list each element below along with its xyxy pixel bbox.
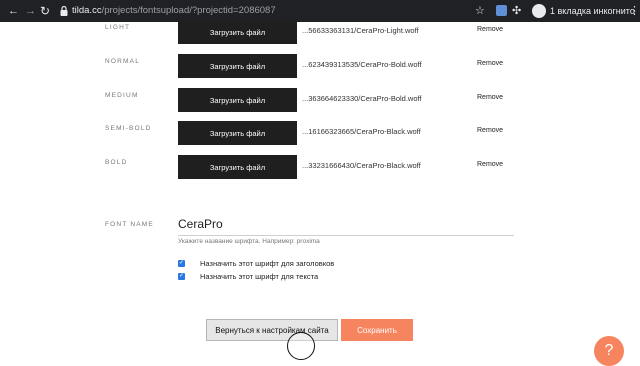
address-bar[interactable]: tilda.cc/projects/fontsupload/?projectid…: [72, 5, 276, 17]
headings-checkbox[interactable]: ✓: [178, 260, 185, 267]
weight-label: BOLD: [105, 159, 128, 166]
remove-link[interactable]: Remove: [477, 26, 503, 33]
weight-label: MEDIUM: [105, 92, 139, 99]
incognito-icon[interactable]: [532, 4, 546, 18]
uploaded-filename: ...33231666430/CeraPro-Black.woff: [302, 161, 421, 170]
upload-file-button[interactable]: Загрузить файл: [178, 20, 297, 44]
uploaded-filename: ...56633363131/CeraPro-Light.woff: [302, 26, 419, 35]
headings-checkbox-label[interactable]: Назначить этот шрифт для заголовков: [200, 259, 334, 268]
browser-toolbar: ← → ↻ tilda.cc/projects/fontsupload/?pro…: [0, 0, 640, 22]
font-row-medium: MEDIUM Загрузить файл ...363664623330/Ce…: [0, 88, 640, 112]
font-upload-page: LIGHT Загрузить файл ...56633363131/Cera…: [0, 20, 640, 366]
uploaded-filename: ...623439313535/CeraPro-Bold.woff: [302, 60, 422, 69]
question-icon: ?: [604, 342, 614, 359]
remove-link[interactable]: Remove: [477, 127, 503, 134]
font-name-hint: Укажите название шрифта. Например: proxi…: [178, 238, 320, 245]
lock-icon[interactable]: [59, 5, 69, 17]
font-row-semi-bold: SEMI-BOLD Загрузить файл ...16166323665/…: [0, 121, 640, 145]
weight-label: SEMI-BOLD: [105, 125, 152, 132]
url-host: tilda.cc: [72, 5, 102, 16]
font-name-label: FONT NAME: [105, 221, 154, 228]
forward-arrow-icon[interactable]: →: [25, 5, 36, 17]
remove-link[interactable]: Remove: [477, 94, 503, 101]
upload-file-button[interactable]: Загрузить файл: [178, 155, 297, 179]
reload-icon[interactable]: ↻: [40, 5, 50, 17]
cursor-highlight: [287, 332, 315, 360]
upload-file-button[interactable]: Загрузить файл: [178, 88, 297, 112]
back-to-settings-button[interactable]: Вернуться к настройкам сайта: [206, 319, 338, 341]
weight-label: NORMAL: [105, 58, 141, 65]
font-name-input[interactable]: [178, 212, 514, 236]
help-button[interactable]: ?: [594, 336, 624, 366]
text-checkbox[interactable]: ✓: [178, 273, 185, 280]
incognito-label[interactable]: 1 вкладка инкогнито: [550, 6, 635, 16]
bookmark-star-icon[interactable]: ☆: [475, 4, 485, 17]
browser-menu-icon[interactable]: ⋮: [629, 4, 640, 17]
weight-label: LIGHT: [105, 24, 131, 31]
url-path: /projects/fontsupload/?projectid=2086087: [101, 5, 276, 16]
upload-file-button[interactable]: Загрузить файл: [178, 54, 297, 78]
remove-link[interactable]: Remove: [477, 161, 503, 168]
font-row-light: LIGHT Загрузить файл ...56633363131/Cera…: [0, 20, 640, 44]
extension-icon[interactable]: [496, 5, 507, 16]
remove-link[interactable]: Remove: [477, 60, 503, 67]
upload-file-button[interactable]: Загрузить файл: [178, 121, 297, 145]
save-button[interactable]: Сохранить: [341, 319, 413, 341]
back-arrow-icon[interactable]: ←: [8, 5, 19, 17]
font-row-bold: BOLD Загрузить файл ...33231666430/CeraP…: [0, 155, 640, 179]
text-checkbox-label[interactable]: Назначить этот шрифт для текста: [200, 272, 318, 281]
uploaded-filename: ...363664623330/CeraPro-Bold.woff: [302, 94, 422, 103]
uploaded-filename: ...16166323665/CeraPro-Black.woff: [302, 127, 421, 136]
font-row-normal: NORMAL Загрузить файл ...623439313535/Ce…: [0, 54, 640, 78]
extensions-puzzle-icon[interactable]: ✣: [512, 4, 521, 17]
